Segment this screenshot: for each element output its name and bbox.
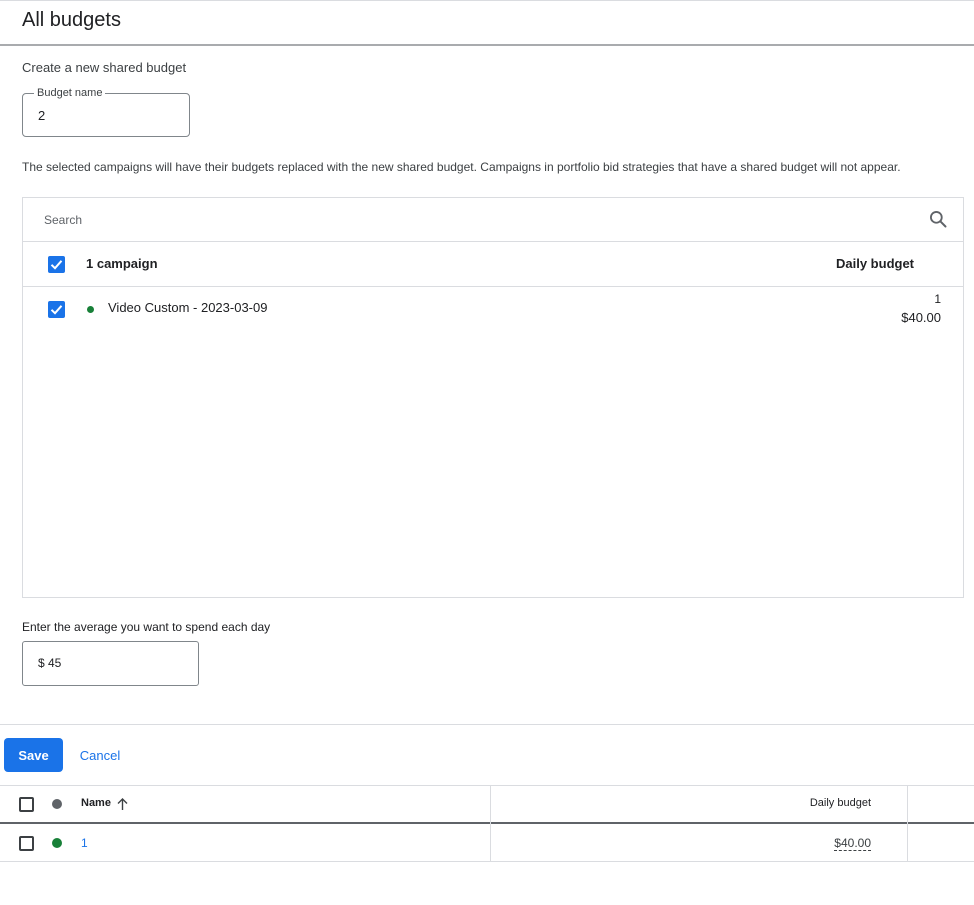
budget-name-value[interactable]: 2 bbox=[38, 108, 45, 123]
table-header-border bbox=[0, 822, 974, 824]
checkmark-icon bbox=[50, 260, 63, 270]
search-icon[interactable] bbox=[928, 209, 948, 229]
budget-name-field[interactable] bbox=[22, 93, 190, 137]
budget-row-checkbox[interactable] bbox=[19, 836, 34, 851]
name-column-header[interactable]: Name bbox=[81, 797, 111, 809]
select-all-checkbox[interactable] bbox=[48, 256, 65, 273]
campaign-row-checkbox[interactable] bbox=[48, 301, 65, 318]
cancel-button[interactable]: Cancel bbox=[68, 738, 132, 772]
budget-name-link[interactable]: 1 bbox=[81, 836, 88, 850]
table-bottom-border bbox=[0, 861, 974, 862]
page-title: All budgets bbox=[22, 9, 121, 31]
table-top-border bbox=[0, 785, 974, 786]
average-spend-label: Enter the average you want to spend each… bbox=[22, 620, 271, 634]
info-text: The selected campaigns will have their b… bbox=[22, 160, 901, 174]
panel-divider bbox=[963, 197, 964, 598]
page-header bbox=[0, 0, 974, 46]
search-input[interactable] bbox=[44, 211, 904, 229]
daily-budget-header: Daily budget bbox=[836, 256, 915, 271]
save-button[interactable]: Save bbox=[4, 738, 63, 772]
amount-value[interactable]: $ 45 bbox=[38, 656, 61, 670]
column-divider bbox=[907, 786, 908, 861]
budget-status-dot bbox=[52, 838, 62, 848]
budget-daily-amount-text: $40.00 bbox=[834, 836, 871, 851]
column-divider bbox=[490, 786, 491, 861]
campaign-count-header: 1 campaign bbox=[86, 256, 158, 271]
campaign-status-dot bbox=[87, 306, 94, 313]
divider bbox=[0, 724, 974, 725]
section-title: Create a new shared budget bbox=[22, 60, 187, 75]
checkmark-icon bbox=[50, 305, 63, 315]
budget-name-label: Budget name bbox=[34, 87, 106, 99]
campaign-budget-name: 1 bbox=[934, 292, 941, 306]
picker-header-row bbox=[23, 242, 963, 287]
campaign-budget-amount: $40.00 bbox=[901, 310, 941, 325]
budget-daily-amount[interactable]: $40.00 bbox=[800, 836, 871, 851]
select-all-budgets-checkbox[interactable] bbox=[19, 797, 34, 812]
status-filter-icon[interactable] bbox=[52, 799, 62, 809]
campaign-name: Video Custom - 2023-03-09 bbox=[108, 300, 268, 315]
daily-budget-column-header[interactable]: Daily budget bbox=[780, 797, 871, 809]
arrow-up-icon[interactable] bbox=[116, 797, 129, 811]
